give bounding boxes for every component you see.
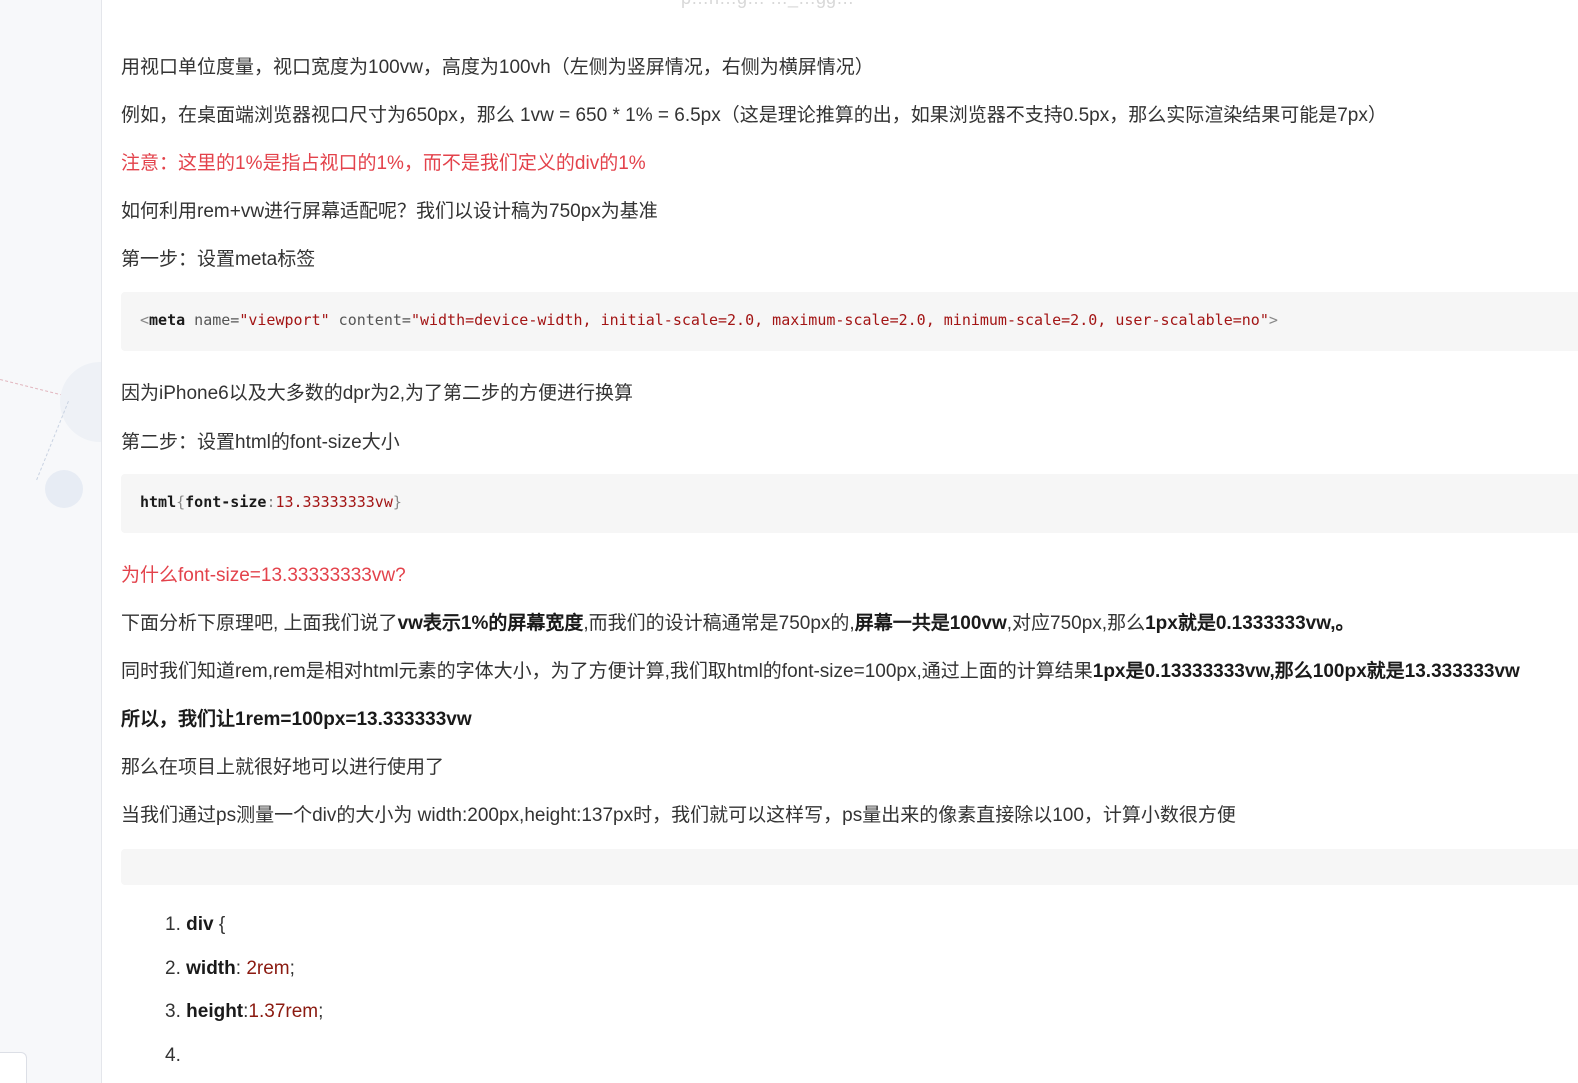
bold-span: 屏幕一共是100vw xyxy=(854,613,1007,634)
code-token: name= xyxy=(185,311,240,329)
code-token: meta xyxy=(149,311,186,329)
code-token: "width=device-width, initial-scale=2.0, … xyxy=(410,311,1269,329)
code-token: } xyxy=(392,493,402,511)
sidebar-toggle-tab[interactable] xyxy=(0,1052,27,1083)
list-number: 4. xyxy=(165,1045,181,1066)
decoration-line xyxy=(35,400,69,481)
code-token: < xyxy=(140,311,150,329)
code-token: content= xyxy=(329,311,411,329)
code-block-meta: <meta name="viewport" content="width=dev… xyxy=(121,292,1578,351)
code-text: { xyxy=(213,914,226,935)
why-heading: 为什么font-size=13.33333333vw? xyxy=(121,565,406,586)
code-token: 13.33333333vw xyxy=(275,493,393,511)
paragraph-viewport-units: 用视口单位度量，视口宽度为100vw，高度为100vh（左侧为竖屏情况，右侧为横… xyxy=(121,57,874,78)
code-block-empty xyxy=(121,849,1578,885)
code-token: font-size xyxy=(185,493,267,511)
code-token: html xyxy=(140,493,177,511)
bold-span: 所以，我们让1rem=100px=13.333333vw xyxy=(121,709,472,730)
text-span: 同时我们知道rem,rem是相对html元素的字体大小，为了方便计算,我们取ht… xyxy=(121,661,1093,682)
paragraph-dpr: 因为iPhone6以及大多数的dpr为2,为了第二步的方便进行换算 xyxy=(121,383,634,404)
paragraph-question: 如何利用rem+vw进行屏幕适配呢？我们以设计稿为750px为基准 xyxy=(121,201,658,222)
text-span: ,对应750px,那么 xyxy=(1006,613,1146,634)
code-token: > xyxy=(1268,311,1278,329)
paragraph-usage: 那么在项目上就很好地可以进行使用了 xyxy=(121,757,445,778)
code-list-item: 4. xyxy=(165,1045,181,1067)
code-list-item: 1. div { xyxy=(165,914,225,936)
paragraph-example: 例如，在桌面端浏览器视口尺寸为650px，那么 1vw = 650 * 1% =… xyxy=(121,105,1387,126)
code-text: : xyxy=(235,958,247,979)
text-span: ,而我们的设计稿通常是750px的, xyxy=(583,613,855,634)
article-body: p…h…g… …_…gg… 用视口单位度量，视口宽度为100vw，高度为100v… xyxy=(121,0,1578,1083)
paragraph-rem: 同时我们知道rem,rem是相对html元素的字体大小，为了方便计算,我们取ht… xyxy=(121,659,1520,685)
code-block-html: html{font-size:13.33333333vw} xyxy=(121,474,1578,533)
step-two-heading: 第二步：设置html的font-size大小 xyxy=(121,432,400,453)
top-faded-text: p…h…g… …_…gg… xyxy=(681,0,854,9)
code-text: ; xyxy=(289,958,295,979)
code-text: ; xyxy=(318,1001,324,1022)
decoration-circle xyxy=(45,470,83,508)
list-number: 3. xyxy=(165,1001,181,1022)
list-number: 1. xyxy=(165,914,181,935)
paragraph-principle: 下面分析下原理吧, 上面我们说了vw表示1%的屏幕宽度,而我们的设计稿通常是75… xyxy=(121,611,1355,637)
code-list-item: 3. height:1.37rem; xyxy=(165,1001,323,1023)
step-one-heading: 第一步：设置meta标签 xyxy=(121,249,316,270)
note-text: 注意：这里的1%是指占视口的1%，而不是我们定义的div的1% xyxy=(121,153,646,174)
decoration-line xyxy=(0,379,69,398)
conclusion-text: 所以，我们让1rem=100px=13.333333vw xyxy=(121,707,472,733)
code-list-item: 2. width: 2rem; xyxy=(165,958,295,980)
bold-span: 1px是0.13333333vw,那么100px就是13.333333vw xyxy=(1092,661,1520,682)
code-token: "viewport" xyxy=(239,311,330,329)
text-span: 下面分析下原理吧, 上面我们说了 xyxy=(121,613,398,634)
code-value: 2rem xyxy=(246,958,290,979)
bold-span: vw表示1%的屏幕宽度 xyxy=(397,613,584,634)
code-keyword: div xyxy=(186,914,214,935)
code-token: { xyxy=(176,493,186,511)
code-value: 1.37rem xyxy=(248,1001,319,1022)
code-keyword: height xyxy=(186,1001,244,1022)
list-number: 2. xyxy=(165,958,181,979)
code-keyword: width xyxy=(186,958,236,979)
left-sidebar xyxy=(0,0,102,1083)
bold-span: 1px就是0.1333333vw,。 xyxy=(1145,613,1355,634)
paragraph-ps-measure: 当我们通过ps测量一个div的大小为 width:200px,height:13… xyxy=(121,805,1236,826)
